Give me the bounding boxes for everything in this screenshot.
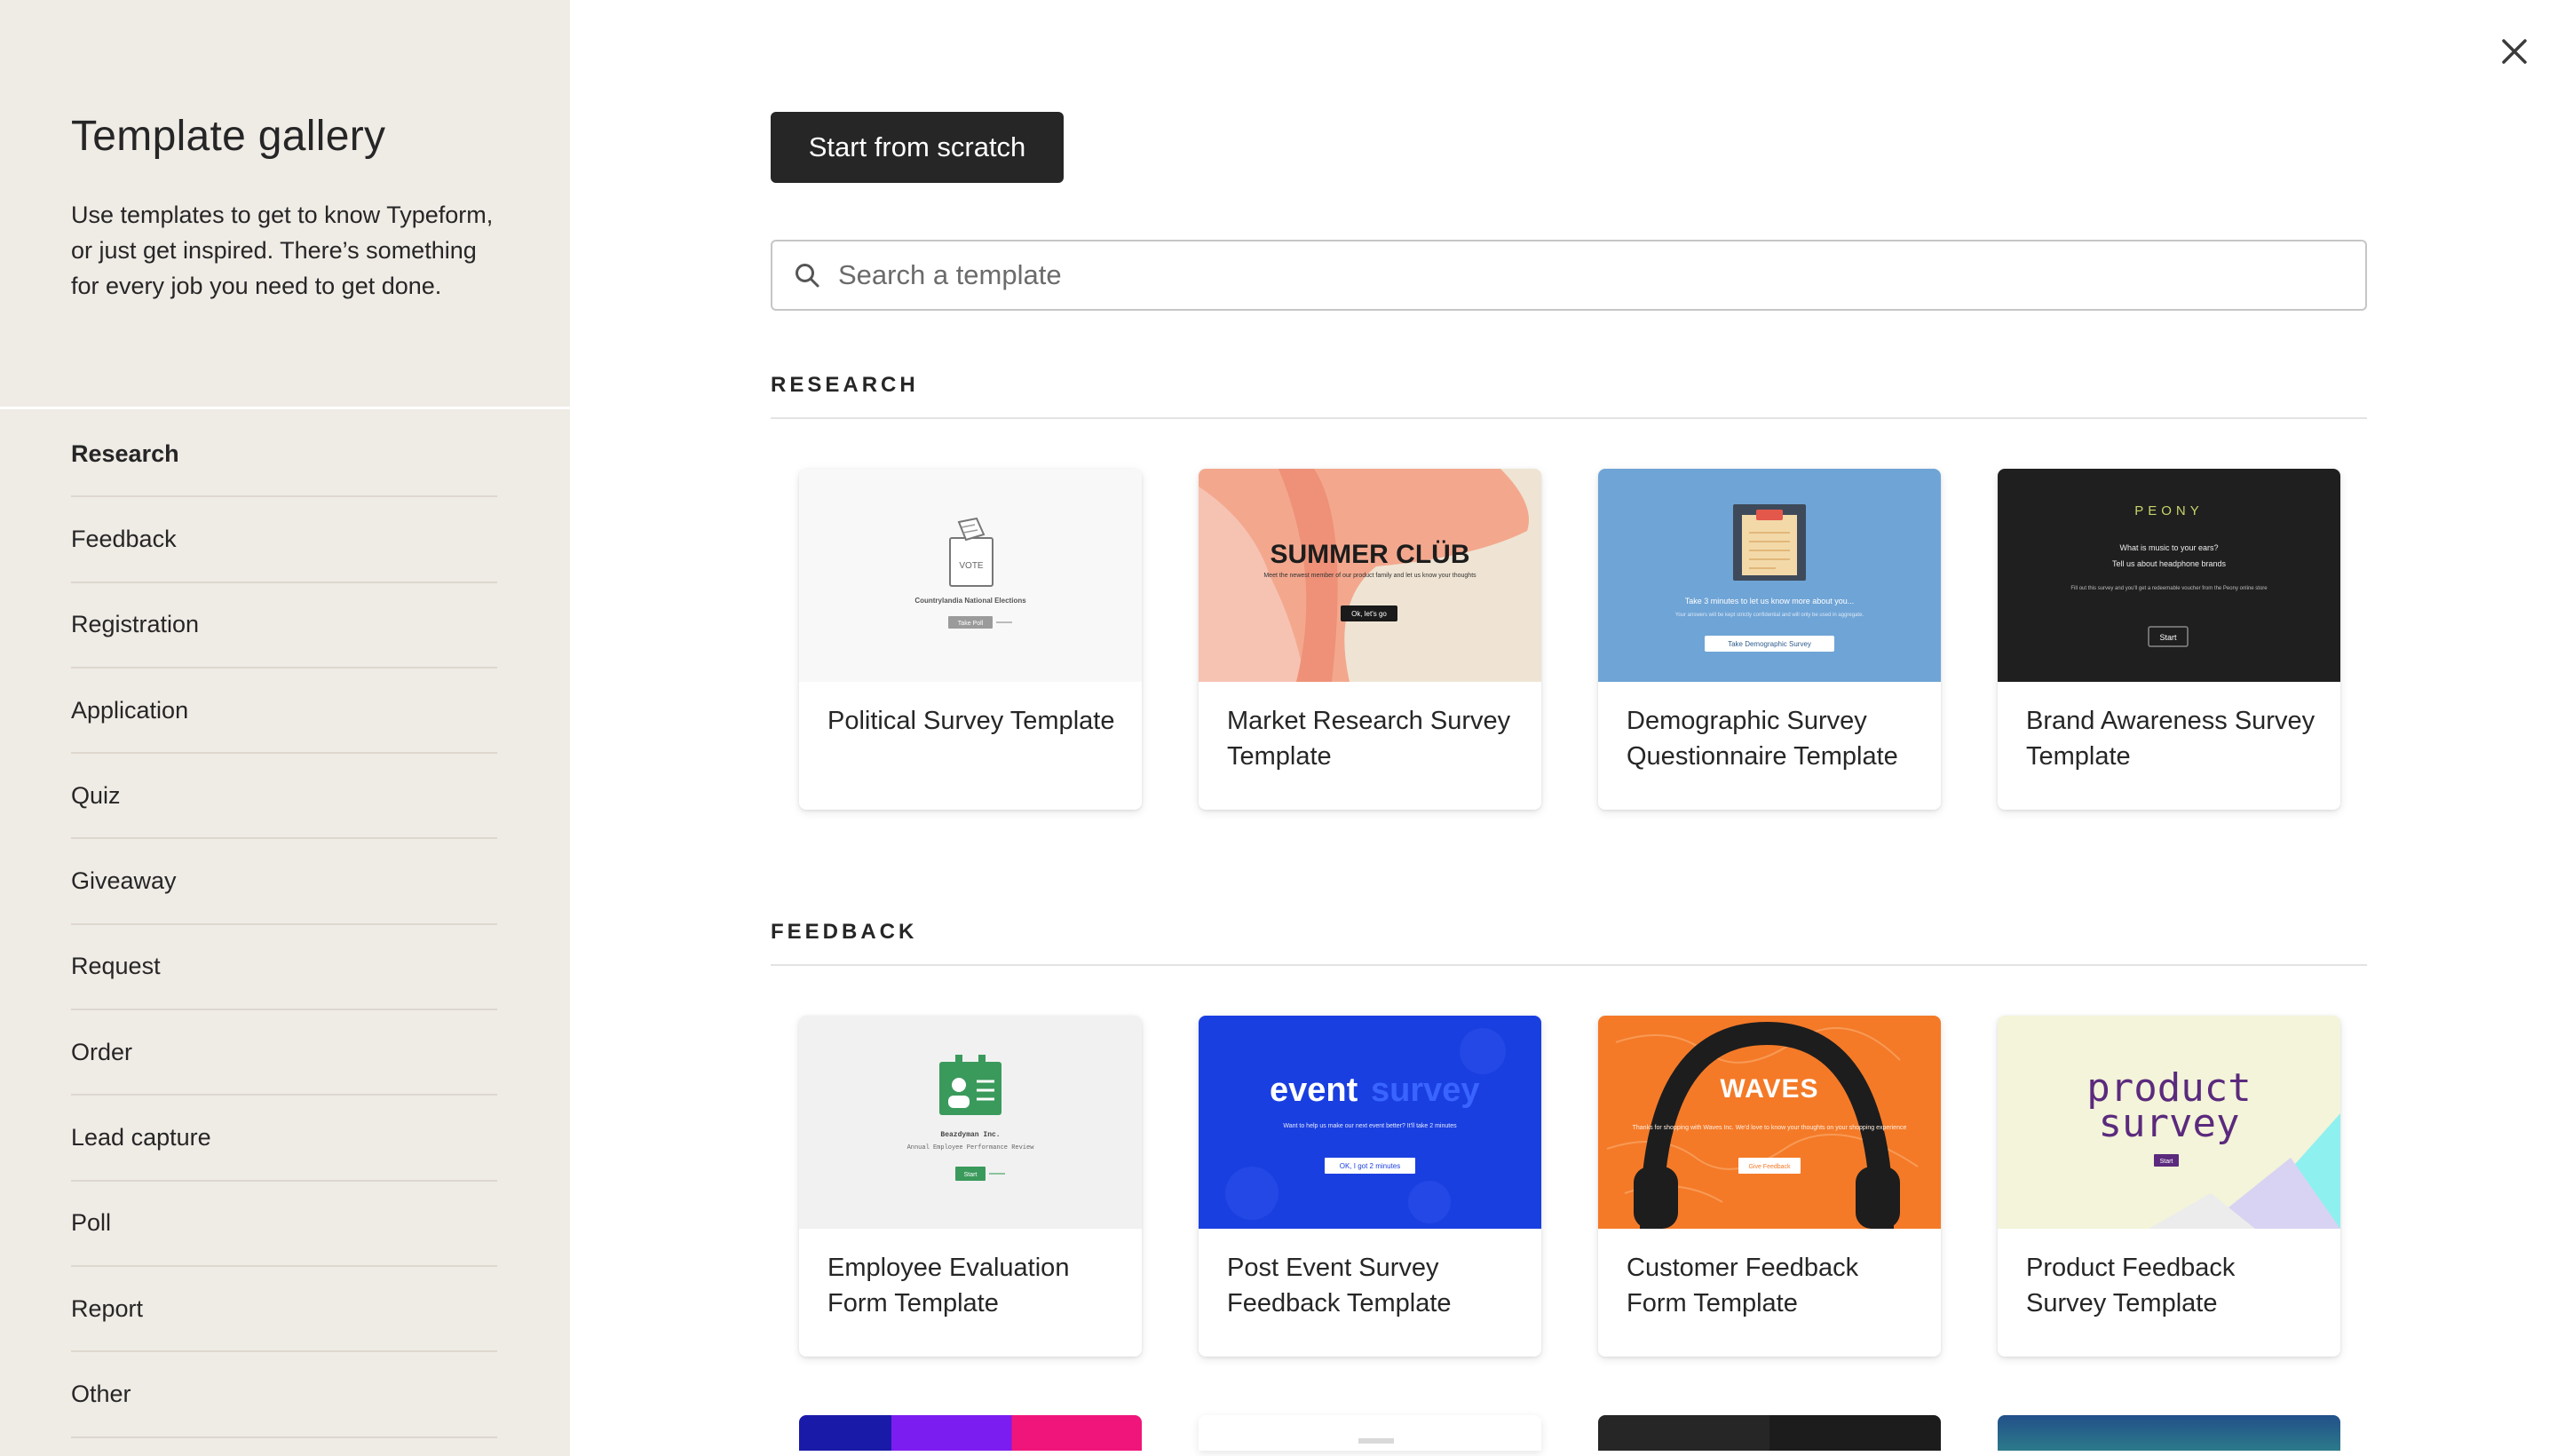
search-box [771,240,2367,311]
template-card[interactable]: Beazdyman Inc. Annual Employee Performan… [799,1016,1142,1357]
template-title: Brand Awareness Survey Template [2026,707,2316,771]
sidebar: Template gallery Use templates to get to… [0,0,570,1456]
template-card[interactable]: Take 3 minutes to let us know more about… [1598,469,1941,810]
template-thumbnail: VOTE Countrylandia National Elections Ta… [799,469,1142,682]
sidebar-description: Use templates to get to know Typeform, o… [71,202,494,299]
section-research: RESEARCH VOTE Countrylandia National Ele… [771,373,2367,810]
sidebar-divider [0,407,570,409]
vote-label: VOTE [959,561,984,571]
category-item-application[interactable]: Application [71,669,497,755]
template-card[interactable]: VOTE Countrylandia National Elections Ta… [799,469,1142,810]
template-card-peek[interactable] [1998,1415,2340,1451]
template-card[interactable]: event survey Want to help us make our ne… [1199,1016,1541,1357]
thumb-brand: PEONY [2134,503,2204,518]
category-item-giveaway[interactable]: Giveaway [71,839,497,925]
template-card-peek[interactable] [1598,1415,1941,1451]
template-title: Product Feedback Survey Template [2026,1254,2236,1318]
thumb-subtitle: Fill out this survey and you'll get a re… [2070,586,2268,591]
template-title: Post Event Survey Feedback Template [1227,1254,1452,1318]
peek-mark [1358,1438,1394,1444]
category-item-other[interactable]: Other [71,1352,497,1438]
category-item-lead-capture[interactable]: Lead capture [71,1096,497,1182]
template-title: Employee Evaluation Form Template [827,1254,1070,1318]
category-item-poll[interactable]: Poll [71,1182,497,1267]
thumb-subtitle: Thanks for shopping with Waves Inc. We'd… [1633,1125,1907,1131]
template-title: Market Research Survey Template [1227,707,1511,771]
category-nav: Research Feedback Registration Applicati… [71,412,497,1438]
thumb-button: OK, I got 2 minutes [1340,1162,1400,1170]
template-card-peek[interactable] [1199,1415,1541,1451]
thumb-button: Start [964,1172,978,1178]
template-card-peek[interactable] [799,1415,1142,1451]
thumb-button: Give Feedback [1748,1164,1791,1170]
template-thumbnail: Take 3 minutes to let us know more about… [1598,469,1941,682]
thumb-brand: WAVES [1720,1074,1818,1104]
category-item-feedback[interactable]: Feedback [71,497,497,583]
search-input[interactable] [838,259,2365,291]
thumb-text: Take 3 minutes to let us know more about… [1685,597,1855,605]
template-thumbnail: WAVES Thanks for shopping with Waves Inc… [1598,1016,1941,1229]
template-card[interactable]: SUMMER CLÜB Meet the newest member of ou… [1199,469,1541,810]
search-icon [794,262,820,289]
template-title: Political Survey Template [827,707,1115,735]
start-from-scratch-button[interactable]: Start from scratch [771,112,1064,183]
thumb-subtitle: Meet the newest member of our product fa… [1263,573,1476,579]
category-item-order[interactable]: Order [71,1010,497,1096]
close-icon [2502,39,2527,64]
thumb-caption: Countrylandia National Elections [914,597,1026,605]
thumb-word-event: event [1270,1072,1358,1109]
thumb-heading: SUMMER CLÜB [1271,540,1470,569]
category-item-registration[interactable]: Registration [71,583,497,669]
thumb-button: Take Demographic Survey [1728,640,1811,648]
thumb-text: What is music to your ears? [2119,543,2218,552]
template-thumbnail: Beazdyman Inc. Annual Employee Performan… [799,1016,1142,1229]
close-button[interactable] [2495,32,2534,71]
category-item-request[interactable]: Request [71,925,497,1011]
thumb-button: Start [2160,1159,2173,1165]
thumb-word-survey: survey [1371,1072,1480,1109]
template-thumbnail: PEONY What is music to your ears? Tell u… [1998,469,2340,682]
template-card[interactable]: WAVES Thanks for shopping with Waves Inc… [1598,1016,1941,1357]
template-card[interactable]: PEONY What is music to your ears? Tell u… [1998,469,2340,810]
template-thumbnail: SUMMER CLÜB Meet the newest member of ou… [1199,469,1541,682]
thumb-text: Tell us about headphone brands [2112,559,2227,568]
template-title: Demographic Survey Questionnaire Templat… [1627,707,1898,771]
thumb-word-survey: survey [2099,1101,2240,1146]
category-item-research[interactable]: Research [71,412,497,498]
category-item-quiz[interactable]: Quiz [71,754,497,840]
thumb-company: Beazdyman Inc. [940,1131,1000,1139]
template-thumbnail: event survey Want to help us make our ne… [1199,1016,1541,1229]
thumb-subtitle: Want to help us make our next event bett… [1283,1123,1457,1129]
thumb-button: Start [2159,633,2177,642]
template-title: Customer Feedback Form Template [1627,1254,1859,1318]
section-feedback: FEEDBACK Beazdyman Inc. Annual Employee … [771,920,2367,1357]
template-thumbnail: product survey Start [1998,1016,2340,1229]
section-heading: FEEDBACK [771,920,2367,966]
section-heading: RESEARCH [771,373,2367,419]
thumb-caption: Annual Employee Performance Review [907,1144,1035,1151]
thumb-subtitle: Your answers will be kept strictly confi… [1675,613,1864,618]
template-card[interactable]: product survey Start Product Feedback Su… [1998,1016,2340,1357]
category-item-report[interactable]: Report [71,1267,497,1353]
sidebar-title: Template gallery [71,113,386,160]
thumb-button: Ok, let's go [1351,610,1387,618]
thumb-button: Take Poll [958,621,984,627]
